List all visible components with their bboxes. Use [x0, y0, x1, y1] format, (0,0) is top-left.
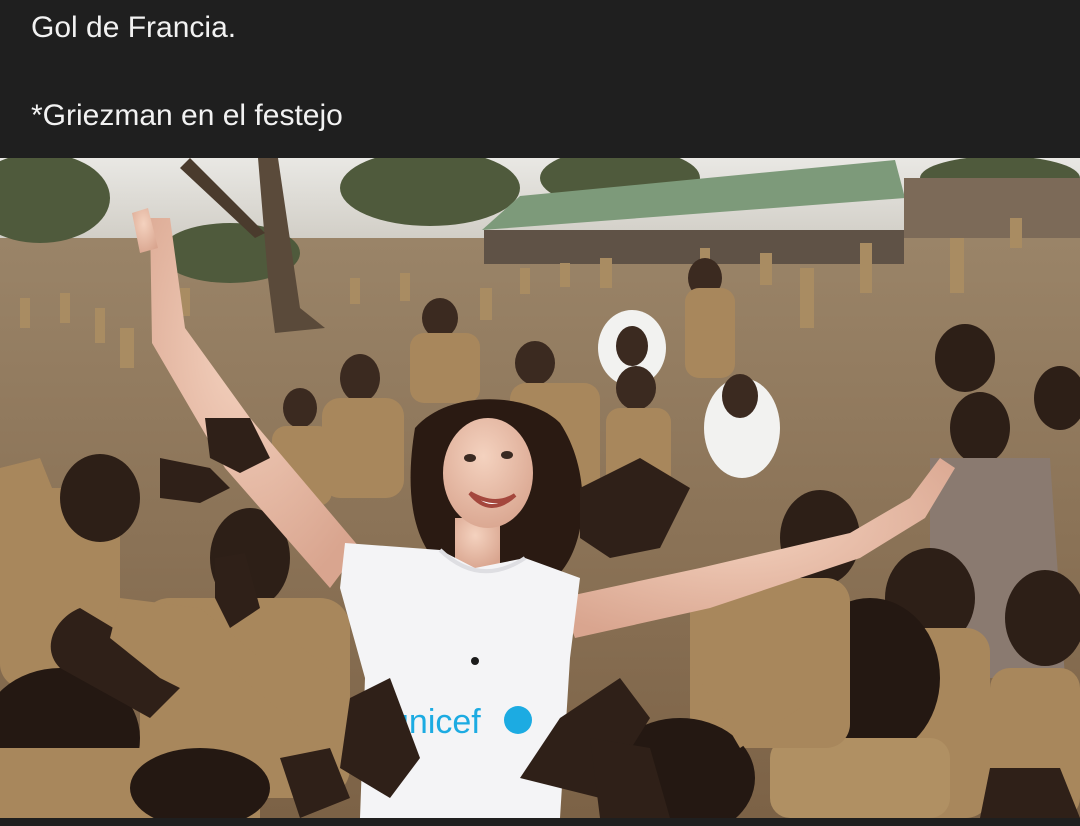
post-caption: Gol de Francia. *Griezman en el festejo: [0, 0, 1080, 158]
bottom-strip: [0, 818, 1080, 826]
lapel-microphone: [471, 657, 479, 665]
post-photo[interactable]: unicef: [0, 158, 1080, 818]
unicef-emblem-icon: [504, 706, 532, 734]
caption-line-1: Gol de Francia.: [31, 11, 237, 44]
social-post: Gol de Francia. *Griezman en el festejo: [0, 0, 1080, 826]
photo-illustration: unicef: [0, 158, 1080, 818]
caption-line-2: *Griezman en el festejo: [31, 99, 343, 132]
